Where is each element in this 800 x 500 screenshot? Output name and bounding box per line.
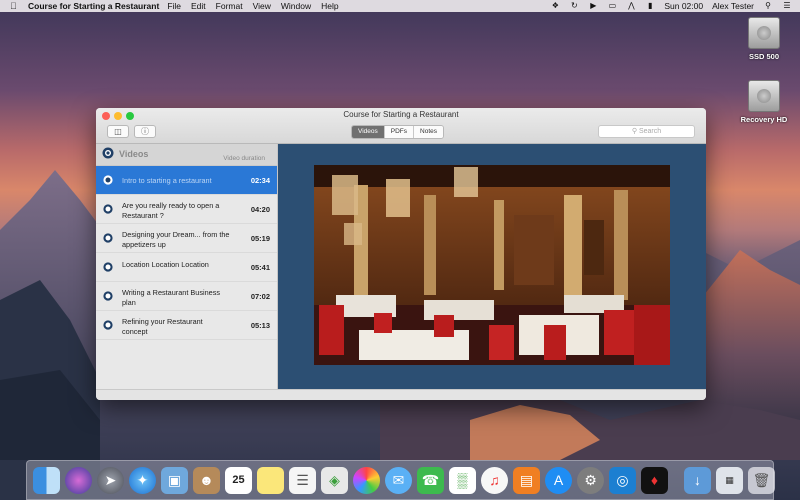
contacts-icon[interactable]: ☻ [193,466,220,494]
menu-bar:  Course for Starting a Restaurant File … [0,0,800,12]
menu-view[interactable]: View [253,1,271,11]
downloads-folder-icon[interactable]: ↓ [684,466,711,494]
video-title: Writing a Restaurant Business plan [122,288,221,307]
app-store-icon[interactable]: A [545,466,572,494]
disk-label: SSD 500 [748,52,780,61]
video-list-item[interactable]: Are you really ready to open a Restauran… [96,195,277,224]
launchpad-icon[interactable]: ➤ [97,466,124,494]
spotlight-icon[interactable]: ⚲ [763,2,773,10]
menu-app-name[interactable]: Course for Starting a Restaurant [28,1,159,11]
video-duration: 05:13 [250,321,270,330]
video-logo-icon [103,204,113,214]
window-title: Course for Starting a Restaurant [343,110,459,119]
calendar-day: 25 [232,474,245,486]
info-icon: ⓘ [141,127,149,136]
video-duration: 04:20 [250,205,270,214]
window-titlebar[interactable]: Course for Starting a Restaurant ◫ ⓘ Vid… [96,108,706,144]
info-button[interactable]: ⓘ [134,125,156,138]
tab-pdfs[interactable]: PDFs [384,126,415,138]
menubar-clock[interactable]: Sun 02:00 [664,1,703,11]
notes-icon[interactable] [257,466,284,494]
itunes-icon[interactable]: ♫ [481,466,508,494]
video-player[interactable] [314,165,670,365]
video-logo-icon [103,320,113,330]
facetime-icon[interactable]: ☎ [417,466,444,494]
volume-icon[interactable]: ▶ [588,2,598,10]
window-content: Videos Video duration Intro to starting … [96,144,706,389]
dropbox-icon[interactable]: ❖ [550,2,560,10]
messages-icon[interactable]: ✉ [385,466,412,494]
window-statusbar [96,389,706,400]
menubar-user[interactable]: Alex Tester [712,1,754,11]
video-list-item[interactable]: Location Location Location 05:41 [96,253,277,282]
desktop-disk-recovery[interactable]: Recovery HD [734,80,794,124]
video-logo-icon [103,233,113,243]
siri-icon[interactable] [65,466,92,494]
dock: ➤ ✦ ▣ ☻ 25 ☰ ◈ ✉ ☎ ▒ ♫ ▤ A ⚙ ◎ ♦ ↓ ▦ 🗑 [26,460,775,500]
video-logo-icon [103,262,113,272]
video-list-item[interactable]: Writing a Restaurant Business plan 07:02 [96,282,277,311]
desktop-disk-ssd[interactable]: SSD 500 [734,17,794,61]
system-preferences-icon[interactable]: ⚙ [577,466,604,494]
hard-drive-icon [748,80,780,112]
search-input[interactable]: ⚲ Search [598,125,695,138]
bat-app-icon[interactable]: ♦ [641,466,668,494]
calendar-icon[interactable]: 25 [225,466,252,494]
trash-icon[interactable]: 🗑 [748,466,775,494]
video-title: Designing your Dream... from the appetiz… [122,230,230,249]
menu-help[interactable]: Help [321,1,338,11]
video-duration: 05:19 [250,234,270,243]
video-duration: 02:34 [250,176,270,185]
tab-notes[interactable]: Notes [414,126,443,138]
video-sidebar: Videos Video duration Intro to starting … [96,144,278,389]
numbers-icon[interactable]: ▒ [449,466,476,494]
maps-icon[interactable]: ◈ [321,466,348,494]
video-player-area [278,144,706,389]
video-logo-icon [103,291,113,301]
app-window: Course for Starting a Restaurant ◫ ⓘ Vid… [96,108,706,400]
search-placeholder: Search [638,128,662,135]
view-segmented-control: Videos PDFs Notes [351,125,444,139]
sidebar-title: Videos [119,149,149,159]
documents-stack-icon[interactable]: ▦ [716,466,743,494]
notification-center-icon[interactable]: ☰ [782,2,792,10]
search-icon: ⚲ [631,128,637,135]
finder-icon[interactable] [33,466,60,494]
reminders-icon[interactable]: ☰ [289,466,316,494]
video-duration: 05:41 [250,263,270,272]
airplay-icon[interactable]: ▭ [607,2,617,10]
menu-file[interactable]: File [167,1,181,11]
video-list-item[interactable]: Refining your Restaurant concept 05:13 [96,311,277,340]
duration-header: Video duration [223,155,265,162]
hard-drive-icon [748,17,780,49]
tab-videos[interactable]: Videos [352,126,385,138]
course-logo-icon [102,147,114,159]
video-title: Intro to starting a restaurant [122,176,212,185]
menu-window[interactable]: Window [281,1,311,11]
disk-label: Recovery HD [740,115,788,124]
toggle-sidebar-button[interactable]: ◫ [107,125,129,138]
sync-icon[interactable]: ↻ [569,2,579,10]
battery-icon[interactable]: ▮ [645,2,655,10]
menu-edit[interactable]: Edit [191,1,206,11]
video-list-item[interactable]: Designing your Dream... from the appetiz… [96,224,277,253]
video-logo-icon [103,175,113,185]
ibooks-icon[interactable]: ▤ [513,466,540,494]
video-duration: 07:02 [250,292,270,301]
safari-icon[interactable]: ✦ [129,466,156,494]
wifi-icon[interactable]: ⋀ [626,2,636,10]
video-list-item[interactable]: Intro to starting a restaurant 02:34 [96,166,277,195]
course-app-icon[interactable]: ◎ [609,466,636,494]
photos-icon[interactable] [353,466,380,494]
menu-format[interactable]: Format [216,1,243,11]
sidebar-header: Videos Video duration [96,144,277,166]
video-title: Refining your Restaurant concept [122,317,203,336]
apple-icon[interactable]:  [10,1,24,11]
video-title: Location Location Location [122,260,209,269]
sidebar-icon: ◫ [114,127,122,136]
preview-icon[interactable]: ▣ [161,466,188,494]
video-title: Are you really ready to open a Restauran… [122,201,220,220]
